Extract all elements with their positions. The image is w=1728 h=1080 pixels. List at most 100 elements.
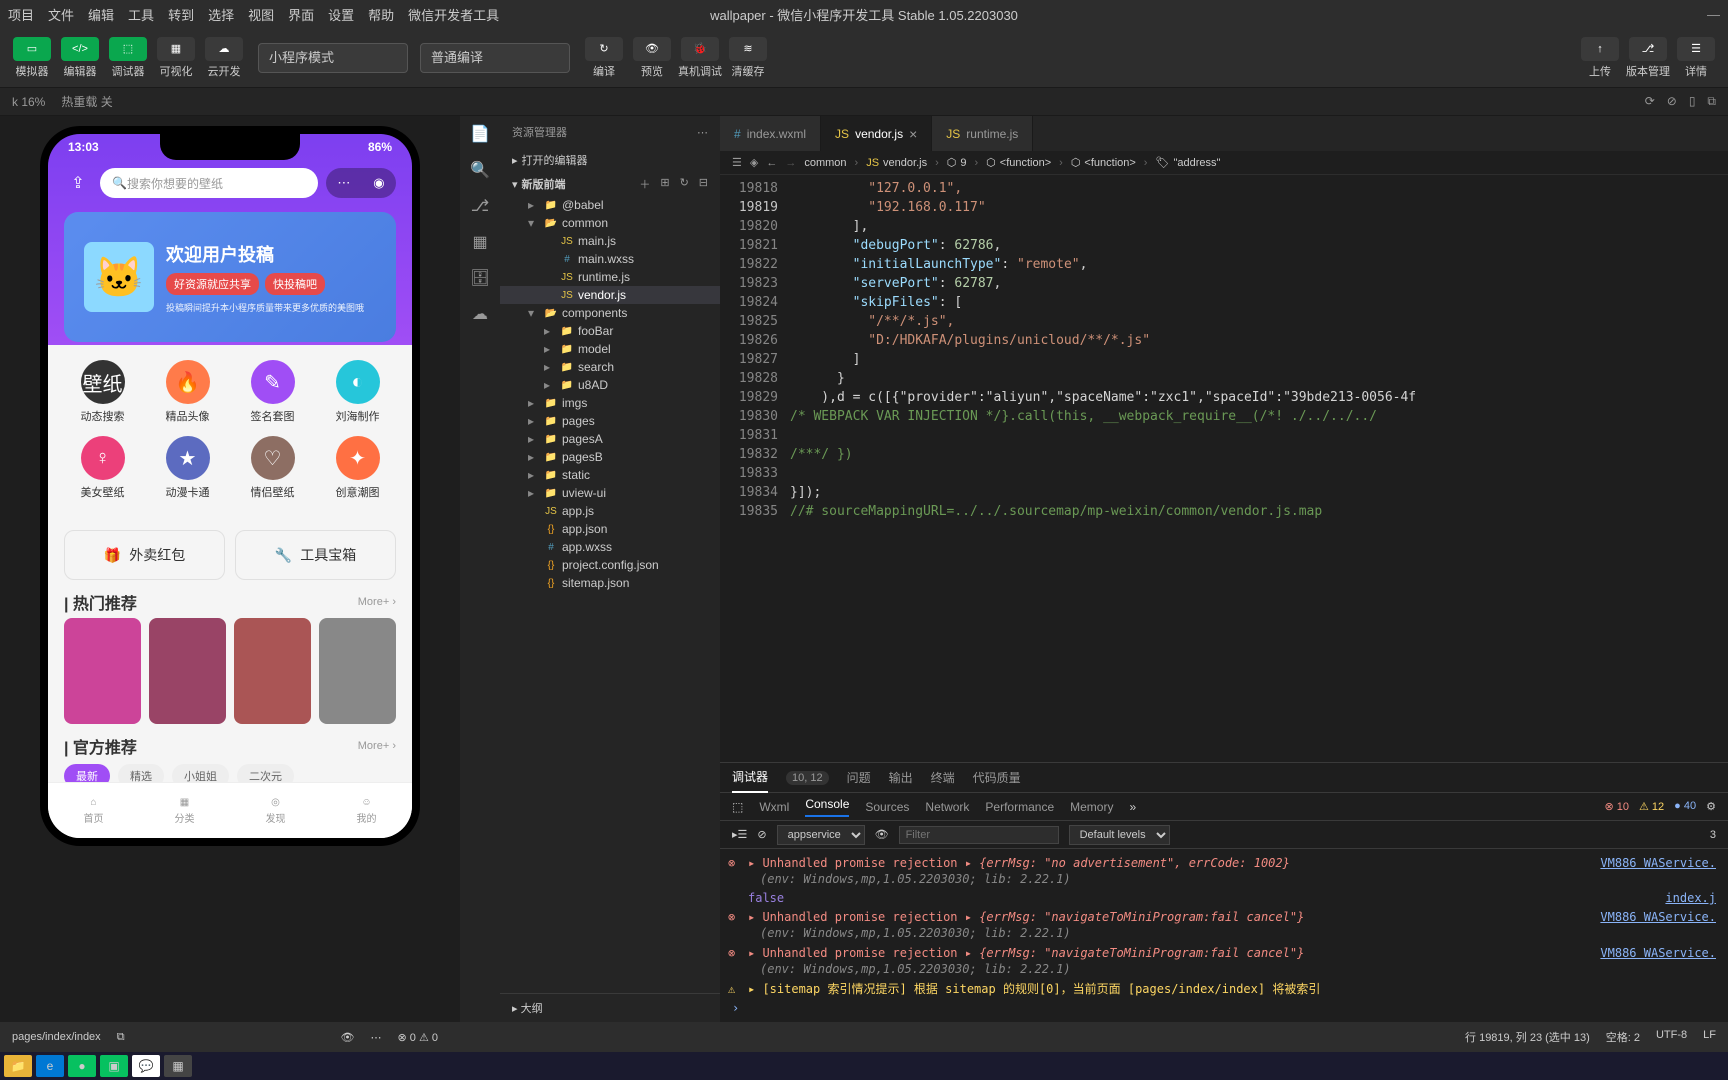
tab-category[interactable]: ▦分类: [139, 783, 230, 838]
settings-icon[interactable]: ⚙: [1706, 800, 1716, 813]
editor-button[interactable]: </>编辑器: [58, 33, 102, 83]
context-select[interactable]: appservice: [777, 825, 865, 845]
menu-settings[interactable]: 设置: [328, 5, 354, 24]
cloud-button[interactable]: ☁云开发: [202, 33, 246, 83]
console-sidebar-icon[interactable]: ▸☰: [732, 828, 747, 841]
simulator-button[interactable]: ▭模拟器: [10, 33, 54, 83]
promo-tools[interactable]: 🔧 工具宝箱: [235, 530, 396, 580]
menu-view[interactable]: 视图: [248, 5, 274, 24]
breadcrumb[interactable]: ☰ ◈ ← → common› JS vendor.js› ⬡ 9› ⬡ <fu…: [720, 151, 1728, 175]
stop-icon[interactable]: ⊘: [1667, 94, 1677, 109]
new-file-icon[interactable]: ＋: [639, 176, 650, 192]
search-input[interactable]: 🔍 搜索你想要的壁纸: [100, 168, 318, 198]
bookmark-icon[interactable]: ◈: [750, 156, 758, 169]
db-icon[interactable]: 🗄: [470, 268, 490, 288]
cat-creative[interactable]: ✦创意潮图: [319, 436, 396, 500]
menu-select[interactable]: 选择: [208, 5, 234, 24]
cat-beauty[interactable]: ♀美女壁纸: [64, 436, 141, 500]
folder-components[interactable]: ▾📂components: [500, 304, 720, 322]
filter-input[interactable]: [899, 826, 1059, 844]
cursor-position[interactable]: 行 19819, 列 23 (选中 13): [1465, 1029, 1590, 1045]
folder-uview[interactable]: ▸📁uview-ui: [500, 484, 720, 502]
status-errors[interactable]: ⊗ 0 ⚠ 0: [398, 1031, 439, 1044]
tab-discover[interactable]: ◎发现: [230, 783, 321, 838]
folder-common[interactable]: ▾📂common: [500, 214, 720, 232]
dt-tab-quality[interactable]: 代码质量: [973, 763, 1021, 792]
files-icon[interactable]: 📄: [470, 124, 490, 144]
collapse-icon[interactable]: ⊟: [699, 176, 708, 192]
folder-foobar[interactable]: ▸📁fooBar: [500, 322, 720, 340]
visual-button[interactable]: ▦可视化: [154, 33, 198, 83]
code-editor[interactable]: 1981819819198201982119822198231982419825…: [720, 175, 1728, 762]
panel-wxml[interactable]: Wxml: [759, 800, 789, 814]
panel-sources[interactable]: Sources: [865, 800, 909, 814]
encoding[interactable]: UTF-8: [1656, 1029, 1687, 1045]
cat-avatar[interactable]: 🔥精品头像: [149, 360, 226, 424]
tab-mine[interactable]: ☺我的: [321, 783, 412, 838]
cat-anime[interactable]: ★动漫卡通: [149, 436, 226, 500]
hotreload-toggle[interactable]: 热重载 关: [61, 93, 112, 110]
file-main-js[interactable]: JSmain.js: [500, 232, 720, 250]
task-wechat[interactable]: ●: [68, 1055, 96, 1077]
more-icon[interactable]: ⋯: [371, 1031, 382, 1044]
task-devtool[interactable]: ▣: [100, 1055, 128, 1077]
file-sitemap[interactable]: {}sitemap.json: [500, 574, 720, 592]
dt-tab-problems[interactable]: 问题: [847, 763, 871, 792]
version-button[interactable]: ⎇版本管理: [1626, 33, 1670, 83]
cloud-icon[interactable]: ☁: [472, 304, 488, 324]
thumb[interactable]: [149, 618, 226, 724]
panel-network[interactable]: Network: [925, 800, 969, 814]
file-project-config[interactable]: {}project.config.json: [500, 556, 720, 574]
warn-count[interactable]: ⚠ 12: [1639, 800, 1664, 813]
close-icon[interactable]: ×: [909, 126, 917, 142]
promo-takeout[interactable]: 🎁 外卖红包: [64, 530, 225, 580]
git-icon[interactable]: ⎇: [471, 196, 489, 216]
outline-section[interactable]: ▸ 大纲: [500, 993, 720, 1022]
file-runtime-js[interactable]: JSruntime.js: [500, 268, 720, 286]
detail-button[interactable]: ☰详情: [1674, 33, 1718, 83]
folder-pagesb[interactable]: ▸📁pagesB: [500, 448, 720, 466]
minimize-icon[interactable]: —: [1707, 7, 1720, 22]
open-editors-section[interactable]: ▸ 打开的编辑器: [500, 148, 720, 172]
console-output[interactable]: VM886 WAService.▸ Unhandled promise reje…: [720, 849, 1728, 1022]
toc-icon[interactable]: ☰: [732, 156, 742, 169]
refresh-icon[interactable]: ↻: [680, 176, 689, 192]
menu-project[interactable]: 项目: [8, 5, 34, 24]
cat-couple[interactable]: ♡情侣壁纸: [234, 436, 311, 500]
cat-signature[interactable]: ✎签名套图: [234, 360, 311, 424]
clear-console-icon[interactable]: ⊘: [757, 828, 766, 841]
indent[interactable]: 空格: 2: [1606, 1029, 1640, 1045]
banner[interactable]: 🐱 欢迎用户投稿 好资源就应共享快投稿吧 投稿瞬间提升本小程序质量带来更多优质的…: [64, 212, 396, 342]
inspect-icon[interactable]: ⬚: [732, 800, 743, 814]
debugger-button[interactable]: ⬚调试器: [106, 33, 150, 83]
more-panels-icon[interactable]: »: [1129, 800, 1136, 814]
tab-runtime-js[interactable]: JSruntime.js: [932, 116, 1033, 151]
tab-vendor-js[interactable]: JSvendor.js×: [821, 116, 932, 151]
tab-index-wxml[interactable]: #index.wxml: [720, 116, 821, 151]
folder-imgs[interactable]: ▸📁imgs: [500, 394, 720, 412]
back-icon[interactable]: ←: [766, 157, 777, 169]
share-icon[interactable]: ⇪: [64, 169, 92, 197]
capsule-buttons[interactable]: ⋯◉: [326, 168, 396, 198]
search-icon[interactable]: 🔍: [470, 160, 490, 180]
menu-goto[interactable]: 转到: [168, 5, 194, 24]
ext-icon[interactable]: ▦: [472, 232, 487, 252]
dt-tab-terminal[interactable]: 终端: [931, 763, 955, 792]
menu-interface[interactable]: 界面: [288, 5, 314, 24]
tab-home[interactable]: ⌂首页: [48, 783, 139, 838]
thumb[interactable]: [64, 618, 141, 724]
folder-model[interactable]: ▸📁model: [500, 340, 720, 358]
file-main-wxss[interactable]: #main.wxss: [500, 250, 720, 268]
eye-icon[interactable]: 👁: [341, 1031, 355, 1044]
more-link[interactable]: More+ ›: [358, 596, 396, 608]
info-count[interactable]: ● 40: [1674, 800, 1696, 813]
refresh-icon[interactable]: ⟳: [1645, 94, 1655, 109]
more-icon[interactable]: ⋯: [697, 126, 708, 139]
menu-edit[interactable]: 编辑: [88, 5, 114, 24]
mode-select[interactable]: 小程序模式: [258, 43, 408, 73]
copy-path-icon[interactable]: ⧉: [117, 1031, 125, 1044]
cat-notch[interactable]: ◐刘海制作: [319, 360, 396, 424]
folder-pagesa[interactable]: ▸📁pagesA: [500, 430, 720, 448]
dt-tab-debugger[interactable]: 调试器: [732, 762, 768, 793]
menu-file[interactable]: 文件: [48, 5, 74, 24]
